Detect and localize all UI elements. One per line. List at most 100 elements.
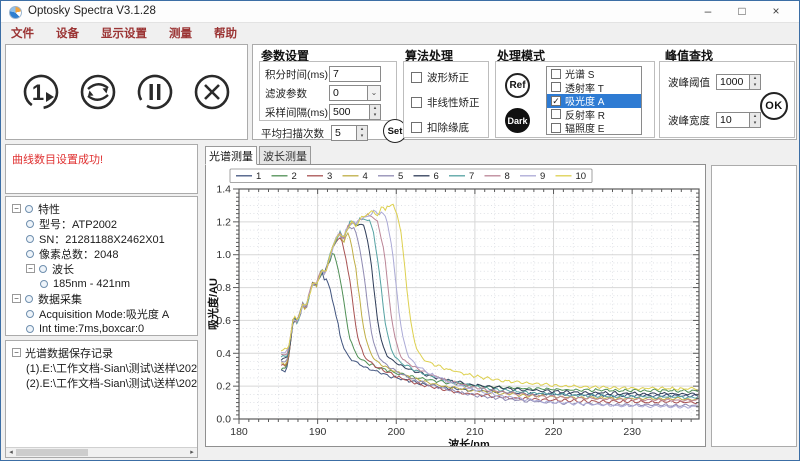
tree-row[interactable]: 像素总数：2048 [6,246,197,261]
mode-list: 光谱 S透射率 T✓吸光度 A反射率 R辐照度 E [546,66,642,135]
filter-param-select[interactable] [329,85,368,101]
tree-node-icon [25,295,33,303]
tree-row[interactable]: (2).E:\工作文档-Sian\测试\送样\20220901东 [6,375,197,390]
tree-row-label: 数据采集 [38,291,82,307]
spin-up-icon[interactable]: ▴ [750,113,760,120]
tree-row[interactable]: 185nm - 421nm [6,276,197,291]
mode-option[interactable]: 反射率 R [547,108,641,122]
sample-interval-input[interactable] [329,104,370,120]
tree-collapse-icon[interactable]: − [26,264,35,273]
scroll-right-icon[interactable]: ▸ [187,448,197,457]
spin-down-icon[interactable]: ▾ [370,112,380,119]
y-tick-label: 1.4 [216,184,231,196]
tree-row[interactable]: Int time:7ms,boxcar:0 [6,321,197,336]
average-scans-spinner[interactable]: ▴▾ [357,125,368,141]
acquisition-toolbar: 1 [5,44,248,140]
menu-item-0[interactable]: 文件 [11,25,34,41]
app-logo-icon [9,6,22,19]
scroll-left-icon[interactable]: ◂ [6,448,16,457]
integration-time-input[interactable] [329,66,381,82]
tree-row[interactable]: − 特性 [6,201,197,216]
stop-icon[interactable] [187,67,237,117]
spin-up-icon[interactable]: ▴ [357,126,367,133]
tree-row[interactable]: − 数据采集 [6,291,197,306]
checkbox-icon[interactable] [551,123,561,133]
peak-threshold-spinner[interactable]: ▴▾ [750,74,761,90]
tree-row-label: Acquisition Mode:吸光度 A [39,306,169,322]
pause-icon[interactable] [130,67,180,117]
tree-collapse-icon[interactable]: − [12,348,21,357]
ref-button[interactable]: Ref [505,73,530,98]
save-record-tree: ◂ ▸ −光谱数据保存记录(1).E:\工作文档-Sian\测试\送样\2022… [5,340,198,458]
dark-button[interactable]: Dark [505,108,530,133]
mode-option[interactable]: 光谱 S [547,67,641,81]
tree-row[interactable]: Acquisition Mode:吸光度 A [6,306,197,321]
dropdown-arrow-icon[interactable]: ⌄ [368,85,381,101]
peak-width-spinner[interactable]: ▴▾ [750,112,761,128]
algorithm-option[interactable]: 波形矫正 [411,70,488,85]
filter-param-label: 滤波参数 [265,86,329,101]
sample-interval-spinner[interactable]: ▴▾ [370,104,381,120]
tree-collapse-icon[interactable]: − [12,294,21,303]
x-tick-label: 200 [387,426,405,438]
continuous-acquisition-icon[interactable] [73,67,123,117]
spin-down-icon[interactable]: ▾ [750,82,760,89]
mode-option[interactable]: 透射率 T [547,81,641,95]
algorithm-option[interactable]: 扣除缘底 [411,120,488,135]
status-message-panel: 曲线数目设置成功! [5,144,198,194]
checkbox-icon[interactable] [551,82,561,92]
legend-label: 3 [327,171,332,182]
horizontal-scrollbar[interactable]: ◂ ▸ [6,447,197,457]
spin-up-icon[interactable]: ▴ [370,105,380,112]
peak-threshold-input[interactable] [716,74,750,90]
mode-option[interactable]: ✓吸光度 A [547,94,641,108]
tree-row[interactable]: −光谱数据保存记录 [6,345,197,360]
ok-button[interactable]: OK [760,92,788,120]
minimize-button[interactable]: – [691,1,725,23]
series-curve-7 [281,218,698,399]
legend-label: 9 [540,171,545,182]
x-axis-label: 波长/nm [448,437,490,446]
menu-item-2[interactable]: 显示设置 [101,25,147,41]
single-acquisition-icon[interactable]: 1 [16,67,66,117]
menu-item-1[interactable]: 设备 [56,25,79,41]
mode-option[interactable]: 辐照度 E [547,121,641,135]
average-scans-input[interactable] [331,125,357,141]
maximize-button[interactable]: □ [725,1,759,23]
spin-down-icon[interactable]: ▾ [750,120,760,127]
checkbox-icon[interactable] [551,69,561,79]
tree-row[interactable]: SN：21281188X2462X01 [6,231,197,246]
scrollbar-thumb[interactable] [16,449,88,456]
menubar: 文件 设备 显示设置 测量 帮助 [1,23,799,42]
legend-label: 10 [576,171,587,182]
algorithm-option[interactable]: 非线性矫正 [411,95,488,110]
checkbox-icon[interactable] [411,72,422,83]
app-window: Optosky Spectra V3.1.28 – □ × 文件 设备 显示设置 测量… [0,0,800,461]
tab-spectrum-measure[interactable]: 光谱测量 [205,146,257,165]
tree-row-label: 特性 [38,201,60,217]
checkbox-icon[interactable] [551,109,561,119]
checkbox-icon[interactable] [411,122,422,133]
checkbox-icon[interactable]: ✓ [551,96,561,106]
spin-down-icon[interactable]: ▾ [357,133,367,140]
legend-label: 1 [256,171,261,182]
tree-row[interactable]: 型号：ATP2002 [6,216,197,231]
tab-wavelength-measure[interactable]: 波长测量 [259,146,311,165]
close-button[interactable]: × [759,1,793,23]
algorithm-option-label: 非线性矫正 [427,95,480,110]
x-tick-label: 180 [230,426,248,438]
peak-width-input[interactable] [716,112,750,128]
y-axis-label: 吸光度/AU [206,278,220,330]
tree-row[interactable]: −波长 [6,261,197,276]
checkbox-icon[interactable] [411,97,422,108]
tree-row-label: 185nm - 421nm [53,278,130,290]
settings-strip: 参数设置 积分时间(ms) 滤波参数 ⌄ 采样间隔(ms) ▴▾ 平均扫描次数 … [252,44,797,140]
window-title: Optosky Spectra V3.1.28 [28,5,156,17]
tree-collapse-icon[interactable]: − [12,204,21,213]
menu-item-3[interactable]: 测量 [169,25,192,41]
menu-item-4[interactable]: 帮助 [214,25,237,41]
spin-up-icon[interactable]: ▴ [750,75,760,82]
tree-node-icon [26,235,34,243]
spectra-chart-panel[interactable]: 1801902002102202300.00.20.40.60.81.01.21… [205,164,706,447]
tree-row[interactable]: (1).E:\工作文档-Sian\测试\送样\20220901东 [6,360,197,375]
